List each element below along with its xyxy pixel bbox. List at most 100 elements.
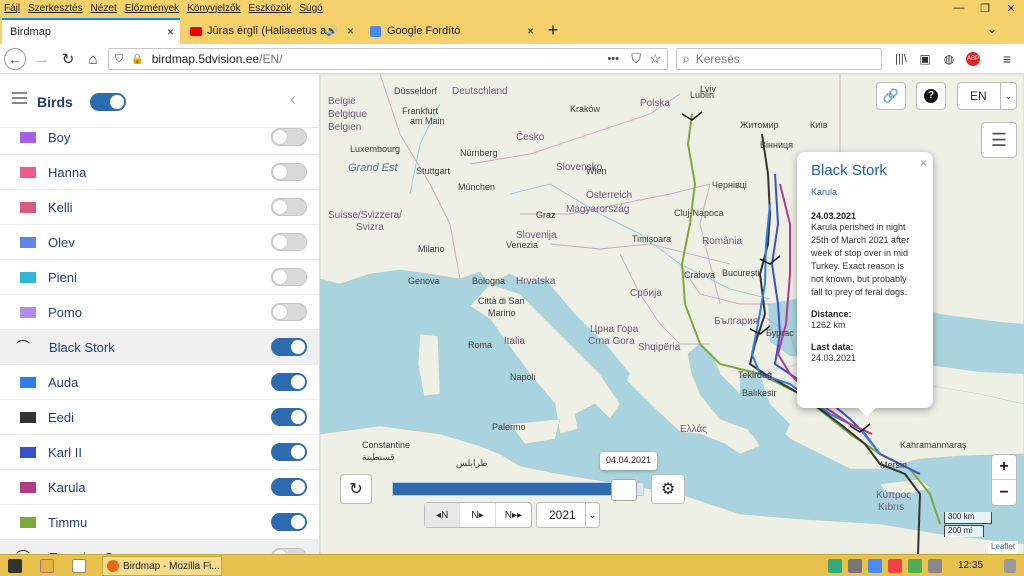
new-tab-button[interactable]: +	[543, 20, 563, 40]
volume-icon[interactable]	[928, 559, 942, 573]
step-back-icon[interactable]: ◂N	[425, 503, 461, 527]
tab-birdmap[interactable]: Birdmap ×	[2, 18, 180, 44]
link-icon[interactable]: 🔗	[876, 82, 906, 110]
bird-visibility-toggle[interactable]	[271, 478, 307, 496]
back-button[interactable]: ←	[4, 48, 26, 70]
bird-visibility-toggle[interactable]	[271, 303, 307, 321]
map-place-label: Suisse/Svizzera/	[328, 210, 402, 221]
chevron-down-icon[interactable]: ⌄	[1000, 83, 1016, 109]
speaker-icon[interactable]: 🔊	[326, 26, 338, 37]
file-explorer-icon[interactable]	[40, 559, 54, 573]
bird-row[interactable]: Pieni	[0, 260, 319, 295]
bird-row[interactable]: Auda	[0, 365, 319, 400]
url-bar[interactable]: ⛉ 🔒 birdmap.5dvision.ee/EN/ ••• ⛉ ☆	[108, 48, 668, 70]
fast-forward-icon[interactable]: N▸▸	[496, 503, 531, 527]
adblock-icon[interactable]: ABP	[962, 48, 984, 70]
page-actions-icon[interactable]: •••	[607, 53, 619, 65]
chevron-down-icon[interactable]: ⌄	[987, 22, 997, 36]
menu-item[interactable]: Eszközök	[245, 3, 296, 14]
menu-item[interactable]: Fájl	[0, 3, 24, 14]
timeline-slider[interactable]	[392, 479, 644, 501]
menu-item[interactable]: Szerkesztés	[24, 3, 86, 14]
sidebar-icon[interactable]: ▣	[914, 48, 936, 70]
menu-item[interactable]: Könyvjelzők	[183, 3, 244, 14]
close-popup-button[interactable]: ×	[920, 156, 927, 170]
bird-visibility-toggle[interactable]	[271, 233, 307, 251]
year-value: 2021	[549, 508, 576, 522]
bird-row[interactable]: Karl II	[0, 435, 319, 470]
bookmark-star-icon[interactable]: ☆	[649, 51, 661, 67]
bird-visibility-toggle[interactable]	[271, 128, 307, 146]
bird-row[interactable]: Timmu	[0, 505, 319, 540]
close-icon[interactable]: ×	[347, 24, 354, 38]
reset-button[interactable]: ↻	[340, 474, 372, 504]
search-icon: ⌕	[683, 51, 690, 66]
bird-row[interactable]: Eedi	[0, 400, 319, 435]
bird-visibility-toggle[interactable]	[271, 513, 307, 531]
lock-icon[interactable]: 🔒	[131, 54, 143, 65]
bird-row[interactable]: Boy	[0, 120, 319, 155]
close-icon[interactable]: ×	[527, 24, 534, 38]
minimize-button[interactable]: —	[946, 0, 972, 16]
zoom-out-button[interactable]: −	[992, 480, 1016, 505]
bird-visibility-toggle[interactable]	[271, 373, 307, 391]
reload-button[interactable]: ↻	[57, 48, 79, 70]
bird-visibility-toggle[interactable]	[271, 163, 307, 181]
menu-item[interactable]: Előzmények	[121, 3, 183, 14]
settings-gear-icon[interactable]: ⚙	[651, 474, 685, 504]
menu-item[interactable]: Súgó	[295, 3, 326, 14]
close-icon[interactable]: ×	[167, 25, 174, 39]
zoom-in-button[interactable]: +	[992, 455, 1016, 481]
notepad-icon[interactable]	[72, 559, 86, 573]
bird-group-row[interactable]: ⌒Eurasian Crane	[0, 540, 319, 554]
home-icon[interactable]: ⌂	[82, 48, 104, 70]
bird-color-swatch	[20, 131, 36, 143]
notifications-icon[interactable]	[1004, 559, 1016, 573]
help-button[interactable]: ?	[916, 82, 946, 110]
library-icon[interactable]: |||\	[890, 48, 912, 70]
bird-row[interactable]: Olev	[0, 225, 319, 260]
maximize-button[interactable]: ❐	[972, 0, 998, 16]
close-window-button[interactable]: ✕	[998, 0, 1024, 16]
chevron-down-icon[interactable]: ⌄	[585, 503, 599, 527]
tab-juras-erglis[interactable]: Jūras ērglī (Haliaeetus albic 🔊 ×	[182, 18, 360, 44]
tray-icon[interactable]	[868, 559, 882, 573]
bird-visibility-toggle[interactable]	[271, 338, 307, 356]
year-select[interactable]: 2021 ⌄	[536, 502, 600, 528]
bird-row[interactable]: Hanna	[0, 155, 319, 190]
map-place-label: Kraków	[570, 104, 601, 114]
bird-visibility-toggle[interactable]	[271, 443, 307, 461]
menu-item[interactable]: Nézet	[87, 3, 121, 14]
bird-group-row[interactable]: ⌒ Black Stork	[0, 330, 319, 365]
tray-icon[interactable]	[828, 559, 842, 573]
tray-icon[interactable]	[848, 559, 862, 573]
timeline-handle[interactable]	[611, 479, 637, 501]
taskbar-firefox-button[interactable]: Birdmap - Mozilla Fi...	[102, 556, 222, 576]
bird-silhouette-icon: ⌒	[16, 339, 30, 355]
tray-icon[interactable]	[908, 559, 922, 573]
bird-label: Black Stork	[49, 339, 115, 355]
hamburger-menu-icon[interactable]: ≡	[996, 48, 1018, 70]
bird-row[interactable]: Pomo	[0, 295, 319, 330]
bird-row[interactable]: Karula	[0, 470, 319, 505]
attribution-link[interactable]: Leaflet	[988, 541, 1019, 554]
shield-icon[interactable]: ⛉	[115, 53, 123, 66]
play-icon[interactable]: N▸	[460, 503, 496, 527]
popup-bird-name[interactable]: Karula	[811, 187, 919, 197]
extension-icon[interactable]: ◍	[938, 48, 960, 70]
collapse-sidebar-icon[interactable]: ‹	[290, 89, 296, 110]
bird-row[interactable]: Kelli	[0, 190, 319, 225]
layers-icon[interactable]: ☰	[981, 122, 1017, 158]
bird-visibility-toggle[interactable]	[271, 408, 307, 426]
pocket-icon[interactable]: ⛉	[631, 51, 641, 67]
tray-icon[interactable]	[888, 559, 902, 573]
birds-master-toggle[interactable]	[90, 93, 126, 111]
hamburger-icon[interactable]	[12, 92, 27, 104]
search-input[interactable]: ⌕ Keresés	[676, 48, 882, 70]
forward-button[interactable]: →	[31, 48, 53, 70]
tab-google-translate[interactable]: Google Fordító ×	[362, 18, 540, 44]
windows-start-icon[interactable]	[8, 559, 22, 573]
bird-visibility-toggle[interactable]	[271, 198, 307, 216]
bird-visibility-toggle[interactable]	[271, 268, 307, 286]
language-select[interactable]: EN ⌄	[957, 82, 1017, 110]
